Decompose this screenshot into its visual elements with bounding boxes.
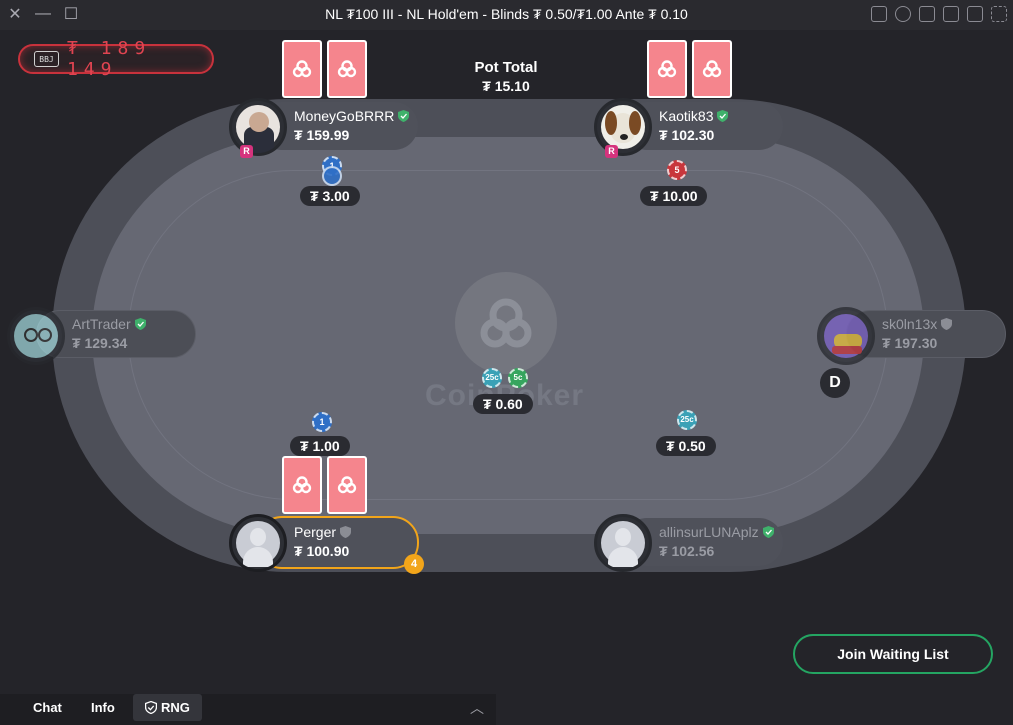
tab-rng-label: RNG (161, 700, 190, 715)
r-badge: R (605, 145, 618, 158)
pot-total-value: ₮ 15.10 (482, 78, 530, 94)
hole-card-back (282, 456, 322, 514)
shield-icon (340, 526, 352, 538)
seat-name: ArtTrader (72, 316, 146, 332)
avatar[interactable] (594, 98, 652, 156)
shield-icon (941, 318, 953, 330)
toolbar-icons (871, 6, 1007, 22)
seat-name: sk0ln13x (882, 316, 953, 332)
seat-stack: ₮ 102.30 (659, 127, 715, 143)
seat-stack: ₮ 100.90 (294, 543, 350, 559)
avatar[interactable] (817, 307, 875, 365)
pot-total-label: Pot Total (474, 59, 538, 76)
coinpoker-logo-icon (480, 298, 532, 348)
seat-name: MoneyGoBRRR (294, 108, 410, 124)
seat-stack: ₮ 197.30 (882, 335, 938, 351)
tab-chat[interactable]: Chat (33, 694, 62, 721)
verified-shield-icon (717, 110, 729, 122)
seat-name: Perger (294, 524, 352, 540)
hole-card-back (327, 456, 367, 514)
chip-stack: 1 (312, 412, 332, 432)
bet-amount: ₮ 1.00 (290, 436, 350, 456)
avatar[interactable] (229, 514, 287, 572)
history-icon[interactable] (895, 6, 911, 22)
verified-shield-icon (398, 110, 410, 122)
jackpot-amount: ₮ 189 149 (66, 38, 152, 80)
pot-chip: 25c (482, 368, 502, 388)
bet-amount: ₮ 0.50 (656, 436, 716, 456)
verified-shield-icon (762, 526, 774, 538)
card-logo-icon (292, 476, 312, 494)
settings-icon[interactable] (967, 6, 983, 22)
avatar[interactable] (229, 98, 287, 156)
join-waiting-list-button[interactable]: Join Waiting List (793, 634, 993, 674)
seat-name: allinsurLUNAplz (659, 524, 774, 540)
resize-icon[interactable] (991, 6, 1007, 22)
timebank-badge: 4 (404, 554, 424, 574)
avatar[interactable] (7, 307, 65, 365)
card-logo-icon (292, 60, 312, 78)
window-titlebar: ✕ — ☐ NL ₮100 III - NL Hold'em - Blinds … (0, 0, 1013, 30)
chevron-up-icon[interactable]: ︿ (470, 698, 484, 718)
layout-icon[interactable] (871, 6, 887, 22)
seat-name: Kaotik83 (659, 108, 729, 124)
grid-icon[interactable] (943, 6, 959, 22)
tab-info[interactable]: Info (91, 694, 115, 721)
card-logo-icon (702, 60, 722, 78)
jackpot-badge: BBJ (34, 51, 59, 67)
shield-icon (144, 700, 158, 715)
card-logo-icon (657, 60, 677, 78)
chip-stack: 5 (667, 160, 687, 180)
chip-stack-layer (322, 166, 342, 186)
avatar[interactable] (594, 514, 652, 572)
window-title: NL ₮100 III - NL Hold'em - Blinds ₮ 0.50… (325, 6, 688, 22)
seat-stack: ₮ 129.34 (72, 335, 128, 351)
bad-beat-jackpot-counter[interactable]: BBJ ₮ 189 149 (18, 38, 214, 80)
hole-card-back (647, 40, 687, 98)
card-logo-icon (337, 476, 357, 494)
card-logo-icon (337, 60, 357, 78)
hole-card-back (692, 40, 732, 98)
bottom-tab-bar: Chat Info RNG ︿ (0, 694, 496, 725)
seat-stack: ₮ 102.56 (659, 543, 715, 559)
bet-amount: ₮ 3.00 (300, 186, 360, 206)
center-pot-amount: ₮ 0.60 (473, 394, 533, 414)
r-badge: R (240, 145, 253, 158)
hole-card-back (282, 40, 322, 98)
seat-stack: ₮ 159.99 (294, 127, 350, 143)
dealer-button: D (820, 368, 850, 398)
pot-chip: 5c (508, 368, 528, 388)
bet-amount: ₮ 10.00 (640, 186, 708, 206)
verified-shield-icon (134, 318, 146, 330)
hole-card-back (327, 40, 367, 98)
folder-icon[interactable] (919, 6, 935, 22)
chip-stack: 25c (677, 410, 697, 430)
tab-rng[interactable]: RNG (133, 694, 202, 721)
